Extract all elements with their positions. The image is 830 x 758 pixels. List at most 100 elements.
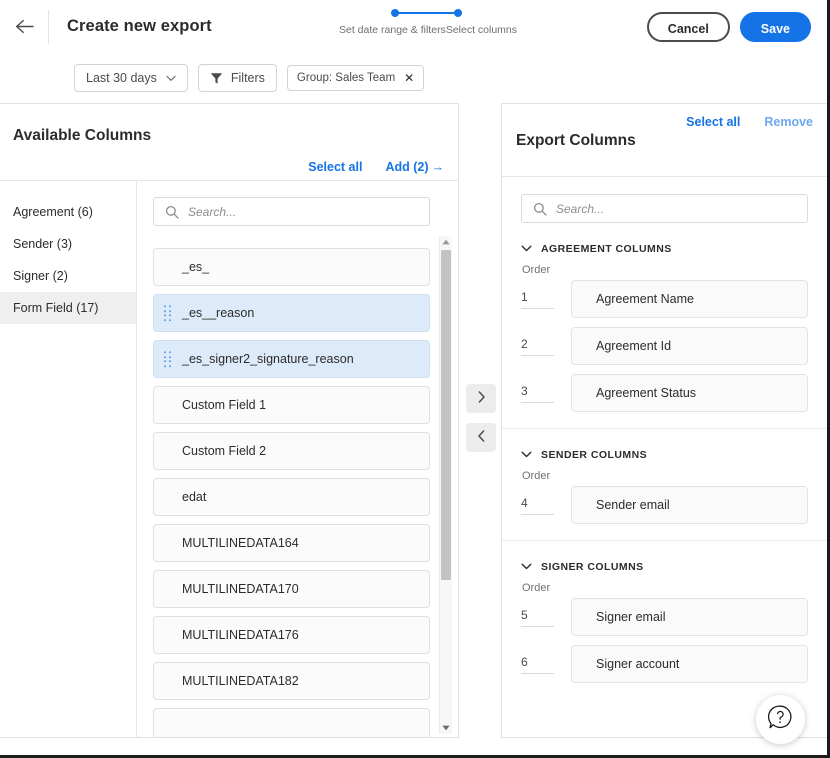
available-columns-panel: Available Columns Select all Add (2)→ Ag… — [0, 103, 459, 738]
category-item-sender[interactable]: Sender (3) — [0, 228, 136, 260]
export-row-order[interactable]: 2 — [521, 337, 554, 356]
chevron-down-icon — [521, 561, 532, 573]
export-row-name[interactable]: Signer account — [571, 645, 808, 683]
export-select-all-link[interactable]: Select all — [686, 115, 740, 129]
export-row: 1 Agreement Name — [521, 280, 808, 318]
export-search-input[interactable] — [556, 202, 807, 216]
back-button[interactable] — [0, 0, 48, 53]
columns-transfer-area: Available Columns Select all Add (2)→ Ag… — [0, 103, 827, 751]
step-dot-1[interactable] — [391, 9, 399, 17]
available-column-item[interactable]: MULTILINEDATA182 — [153, 662, 430, 700]
column-label: _es_ — [182, 260, 209, 274]
export-row: 3 Agreement Status — [521, 374, 808, 412]
export-row-name[interactable]: Agreement Status — [571, 374, 808, 412]
filter-toolbar: Last 30 days Filters Group: Sales Team ✕ — [0, 53, 827, 103]
available-column-item[interactable] — [153, 708, 430, 738]
create-export-screen: Create new export Set date range & filte… — [0, 0, 830, 758]
arrow-left-icon — [15, 19, 34, 34]
category-item-form-field[interactable]: Form Field (17) — [0, 292, 136, 324]
step-connector-line — [395, 12, 458, 14]
scrollbar-thumb[interactable] — [441, 250, 451, 580]
export-row-order[interactable]: 1 — [521, 290, 554, 309]
column-label: MULTILINEDATA176 — [182, 628, 299, 642]
export-header-links: Select all Remove — [686, 115, 813, 129]
available-column-item[interactable]: Custom Field 2 — [153, 432, 430, 470]
chevron-down-icon — [521, 449, 532, 461]
available-column-item[interactable]: _es_ — [153, 248, 430, 286]
export-panel-body: AGREEMENT COLUMNS Order 1 Agreement Name… — [502, 177, 830, 738]
step-label-1: Set date range & filters — [339, 24, 446, 36]
available-column-item[interactable]: _es__reason — [153, 294, 430, 332]
move-right-button[interactable] — [466, 384, 496, 413]
export-row: 4 Sender email — [521, 486, 808, 524]
column-label: MULTILINEDATA182 — [182, 674, 299, 688]
available-search-box[interactable] — [153, 197, 430, 226]
drag-handle-icon[interactable] — [164, 305, 171, 321]
available-column-item[interactable]: edat — [153, 478, 430, 516]
add-columns-label: Add (2) — [385, 160, 428, 174]
export-row-order[interactable]: 4 — [521, 496, 554, 515]
order-column-label: Order — [522, 264, 808, 276]
export-row-name[interactable]: Sender email — [571, 486, 808, 524]
column-label: Custom Field 1 — [182, 398, 266, 412]
available-list-scrollbar[interactable] — [439, 236, 452, 734]
export-remove-link[interactable]: Remove — [764, 115, 813, 129]
order-column-label: Order — [522, 582, 808, 594]
step-dot-2[interactable] — [454, 9, 462, 17]
export-row-order[interactable]: 3 — [521, 384, 554, 403]
page-title: Create new export — [67, 17, 212, 36]
export-group-header[interactable]: AGREEMENT COLUMNS — [521, 243, 808, 255]
filter-chip-label: Group: Sales Team — [297, 72, 395, 84]
move-left-button[interactable] — [466, 423, 496, 452]
available-column-item[interactable]: Custom Field 1 — [153, 386, 430, 424]
available-select-all-link[interactable]: Select all — [308, 160, 362, 174]
cancel-button[interactable]: Cancel — [647, 12, 730, 42]
drag-handle-icon[interactable] — [164, 351, 171, 367]
export-group-title: SIGNER COLUMNS — [541, 561, 644, 573]
export-row-order[interactable]: 5 — [521, 608, 554, 627]
export-search-box[interactable] — [521, 194, 808, 223]
available-panel-body: Agreement (6) Sender (3) Signer (2) Form… — [0, 181, 458, 738]
chevron-right-icon — [477, 391, 486, 406]
help-button[interactable] — [756, 695, 805, 744]
export-columns-title: Export Columns — [516, 132, 636, 150]
export-row-name[interactable]: Signer email — [571, 598, 808, 636]
export-row-name[interactable]: Agreement Name — [571, 280, 808, 318]
filters-label: Filters — [231, 71, 265, 85]
step-track — [339, 7, 514, 19]
export-row: 2 Agreement Id — [521, 327, 808, 365]
category-item-signer[interactable]: Signer (2) — [0, 260, 136, 292]
export-group-header[interactable]: SIGNER COLUMNS — [521, 561, 808, 573]
scroll-up-icon[interactable] — [440, 236, 452, 248]
chevron-down-icon — [166, 71, 176, 85]
column-label: _es__reason — [182, 306, 254, 320]
category-label: Form Field (17) — [13, 301, 98, 315]
available-column-item[interactable]: MULTILINEDATA176 — [153, 616, 430, 654]
available-column-item[interactable]: MULTILINEDATA164 — [153, 524, 430, 562]
available-column-item[interactable]: MULTILINEDATA170 — [153, 570, 430, 608]
category-item-agreement[interactable]: Agreement (6) — [0, 196, 136, 228]
date-range-dropdown[interactable]: Last 30 days — [74, 64, 188, 92]
export-row: 5 Signer email — [521, 598, 808, 636]
export-group-agreement: AGREEMENT COLUMNS Order 1 Agreement Name… — [502, 243, 830, 412]
header-divider — [48, 10, 49, 44]
filters-button[interactable]: Filters — [198, 64, 277, 92]
add-columns-link[interactable]: Add (2)→ — [385, 160, 444, 174]
header-actions: Cancel Save — [647, 0, 811, 53]
save-button[interactable]: Save — [740, 12, 811, 42]
export-group-header[interactable]: SENDER COLUMNS — [521, 449, 808, 461]
column-label: edat — [182, 490, 206, 504]
category-label: Agreement (6) — [13, 205, 93, 219]
funnel-icon — [210, 72, 223, 85]
export-row-order[interactable]: 6 — [521, 655, 554, 674]
available-search-input[interactable] — [188, 205, 429, 219]
step-labels: Set date range & filters Select columns — [339, 24, 514, 36]
category-label: Signer (2) — [13, 269, 68, 283]
scroll-down-icon[interactable] — [440, 722, 452, 734]
export-panel-header: Select all Remove Export Columns — [502, 104, 830, 177]
available-column-item[interactable]: _es_signer2_signature_reason — [153, 340, 430, 378]
order-column-label: Order — [522, 470, 808, 482]
export-row-name[interactable]: Agreement Id — [571, 327, 808, 365]
filter-chip-group[interactable]: Group: Sales Team ✕ — [287, 65, 424, 91]
close-icon[interactable]: ✕ — [404, 72, 414, 84]
